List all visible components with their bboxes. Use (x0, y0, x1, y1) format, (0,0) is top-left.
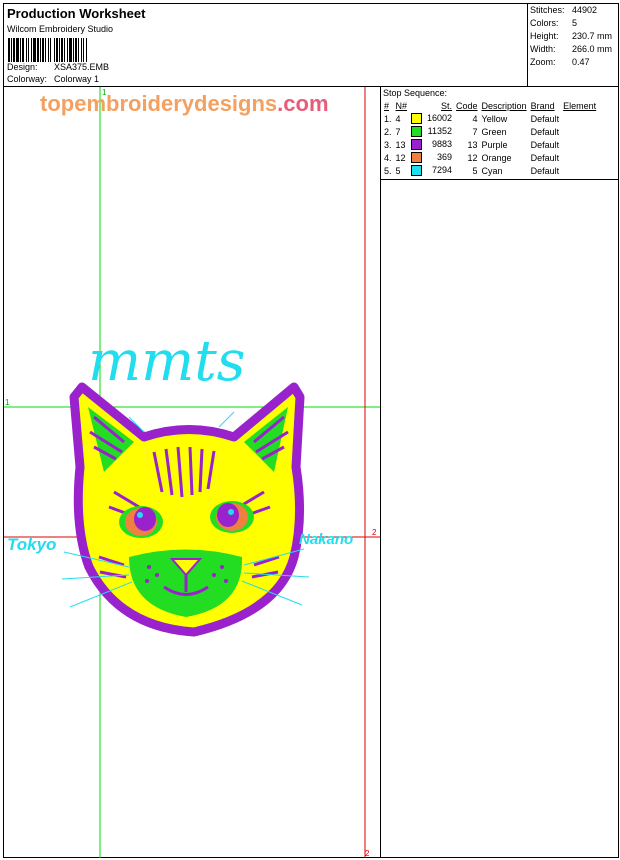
guide-label-bottom: 2 (365, 849, 370, 858)
stop-table-header: # N# St. Code Description Brand Element (382, 100, 598, 112)
colorway-label: Colorway: (7, 74, 48, 84)
stop-element (561, 112, 598, 125)
stat-stitches: Stitches: 44902 (530, 5, 598, 15)
stop-description: Orange (481, 152, 512, 163)
stop-code: 7 (472, 126, 478, 137)
stop-brand: Default (530, 152, 560, 163)
stop-element (561, 138, 598, 151)
design-canvas: 1 1 2 2 mmts Tokyo Nakano topembroideryd… (4, 87, 380, 858)
col-brand: Brand (530, 101, 555, 111)
worksheet-header: Production Worksheet Wilcom Embroidery S… (4, 4, 527, 86)
worksheet-title: Production Worksheet (7, 6, 146, 21)
stop-code: 12 (467, 152, 478, 163)
stop-code: 13 (467, 139, 478, 150)
stitch-count: 11352 (427, 125, 453, 136)
guide-label-left: 1 (5, 398, 10, 407)
guide-label-right: 2 (372, 528, 377, 537)
color-swatch (411, 126, 423, 138)
design-preview: 1 1 2 2 mmts Tokyo Nakano (4, 87, 380, 858)
stitch-count: 7294 (432, 164, 453, 175)
stop-table-bottom-rule (381, 179, 618, 180)
color-swatch (411, 152, 423, 164)
stop-stitches: 16002 (409, 112, 454, 125)
stop-index: 4. (384, 152, 392, 163)
design-label: Design: (7, 62, 38, 72)
col-element: Element (563, 101, 597, 111)
stop-row: 1. 4 16002 4 Yellow Default (382, 112, 598, 125)
stop-index: 5. (384, 165, 392, 176)
stop-code: 5 (472, 165, 478, 176)
stop-needle: 13 (395, 139, 406, 150)
stop-needle: 7 (395, 126, 401, 137)
column-divider (380, 87, 381, 858)
stop-stitches: 11352 (409, 125, 454, 138)
stop-element (561, 125, 598, 138)
stop-needle: 5 (395, 165, 401, 176)
stop-element (561, 151, 598, 164)
stop-brand: Default (530, 126, 560, 137)
barcode (8, 38, 136, 62)
col-index: # (384, 101, 390, 111)
stop-row: 4. 12 369 12 Orange Default (382, 151, 598, 164)
stop-brand: Default (530, 139, 560, 150)
color-swatch (411, 165, 423, 177)
cat-head-embroidery (61, 382, 310, 637)
color-swatch (411, 139, 423, 151)
stitch-count: 369 (437, 151, 453, 162)
stop-row: 3. 13 9883 13 Purple Default (382, 138, 598, 151)
stop-sequence-table: # N# St. Code Description Brand Element … (382, 100, 598, 177)
color-swatch (411, 113, 423, 125)
stat-zoom: Zoom: 0.47 (530, 57, 590, 67)
design-text-mmts: mmts (88, 329, 245, 394)
stop-brand: Default (530, 113, 560, 124)
stop-element (561, 164, 598, 177)
stitch-count: 9883 (432, 138, 453, 149)
stop-index: 3. (384, 139, 392, 150)
stop-needle: 4 (395, 113, 401, 124)
col-stitches: St. (441, 101, 453, 111)
colorway-value: Colorway 1 (54, 74, 100, 84)
stat-width: Width: 266.0 mm (530, 44, 613, 54)
header-divider (527, 4, 528, 86)
stop-sequence-title: Stop Sequence: (383, 88, 448, 98)
col-code: Code (456, 101, 478, 111)
stop-row: 2. 7 11352 7 Green Default (382, 125, 598, 138)
software-name: Wilcom Embroidery Studio (7, 24, 114, 34)
design-row: Design: XSA375.EMB (7, 62, 109, 72)
stop-description: Purple (481, 139, 508, 150)
stop-brand: Default (530, 165, 560, 176)
stop-stitches: 9883 (409, 138, 454, 151)
colorway-row: Colorway: Colorway 1 (7, 74, 99, 84)
stop-description: Cyan (481, 165, 503, 176)
stop-code: 4 (472, 113, 478, 124)
design-text-tokyo: Tokyo (7, 535, 56, 554)
col-needle: N# (395, 101, 408, 111)
stop-stitches: 369 (409, 151, 454, 164)
design-text-nakano: Nakano (299, 531, 353, 548)
col-description: Description (481, 101, 527, 111)
stat-height: Height: 230.7 mm (530, 31, 613, 41)
design-stats: Stitches: 44902 Colors: 5 Height: 230.7 mm … (530, 5, 613, 70)
watermark-logo: topembroiderydesigns.com (40, 91, 329, 116)
stop-index: 2. (384, 126, 392, 137)
stop-row: 5. 5 7294 5 Cyan Default (382, 164, 598, 177)
stop-needle: 12 (395, 152, 406, 163)
stop-description: Green (481, 126, 507, 137)
stop-index: 1. (384, 113, 392, 124)
stop-stitches: 7294 (409, 164, 454, 177)
stitch-count: 16002 (427, 112, 453, 123)
stat-colors: Colors: 5 (530, 18, 578, 28)
design-value: XSA375.EMB (54, 62, 110, 72)
stop-description: Yellow (481, 113, 508, 124)
